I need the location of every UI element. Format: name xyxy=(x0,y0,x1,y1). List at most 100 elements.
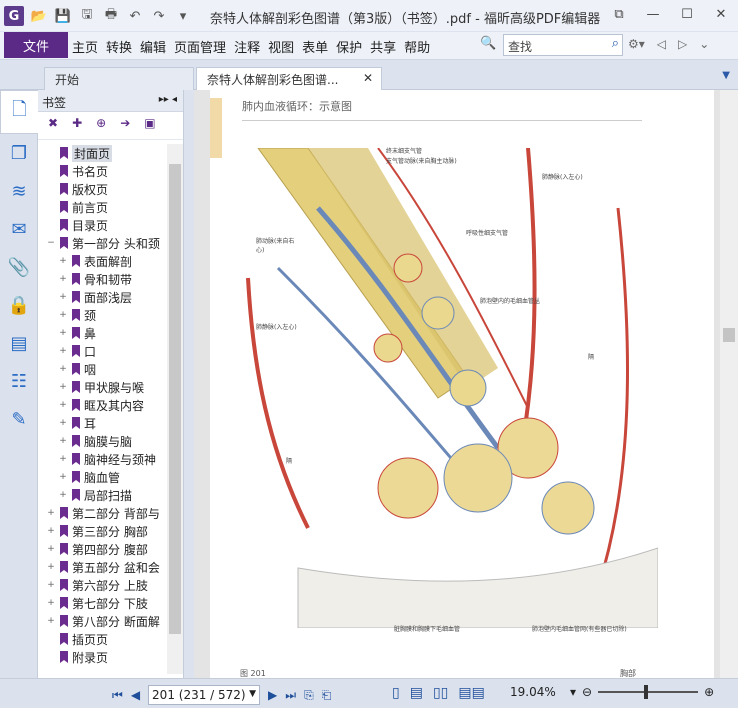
menu-convert[interactable]: 转换 xyxy=(106,37,132,56)
expand-toggle-icon[interactable]: + xyxy=(46,526,56,536)
settings-icon[interactable]: ⚙▾ xyxy=(628,37,645,51)
open-folder-icon[interactable]: 📂 xyxy=(30,7,48,25)
expand-toggle-icon[interactable]: + xyxy=(46,562,56,572)
bookmark-panel-icon[interactable]: 🗋 xyxy=(0,90,38,134)
menu-help[interactable]: 帮助 xyxy=(404,37,430,56)
bookmark-item[interactable]: + 第八部分 断面解 xyxy=(38,612,166,630)
expand-toggle-icon[interactable]: + xyxy=(58,382,68,392)
bookmark-item[interactable]: + 第六部分 上肢 xyxy=(38,576,166,594)
zoom-dropdown-icon[interactable]: ▾ xyxy=(570,685,576,699)
expand-toggle-icon[interactable]: + xyxy=(58,418,68,428)
delete-bookmark-icon[interactable]: ✖ xyxy=(48,116,58,139)
bookmark-item[interactable]: + 甲状腺与喉 xyxy=(38,378,166,396)
tab-list-dropdown-icon[interactable]: ▼ xyxy=(722,70,730,81)
zoom-slider-knob[interactable] xyxy=(644,685,649,699)
add-bookmark-icon[interactable]: ✚ xyxy=(72,116,82,139)
menu-protect[interactable]: 保护 xyxy=(336,37,362,56)
expand-toggle-icon[interactable]: + xyxy=(46,544,56,554)
zoom-out-icon[interactable]: ⊖ xyxy=(582,685,592,699)
expand-toggle-icon[interactable]: − xyxy=(46,238,56,248)
restore-layout-icon[interactable]: ⧉ xyxy=(602,0,636,28)
bookmark-item[interactable]: + 咽 xyxy=(38,360,166,378)
continuous-page-icon[interactable]: ▤ xyxy=(410,685,423,701)
bookmark-item[interactable]: + 耳 xyxy=(38,414,166,432)
back-icon[interactable]: ◁ xyxy=(657,37,666,51)
expand-toggle-icon[interactable]: + xyxy=(58,274,68,284)
bookmark-item[interactable]: 插页页 xyxy=(38,630,166,648)
zoom-level[interactable]: 19.04% xyxy=(510,685,556,699)
search-input[interactable]: 查找 ⌕ xyxy=(503,34,623,56)
menu-share[interactable]: 共享 xyxy=(370,37,396,56)
bookmark-item[interactable]: + 脑血管 xyxy=(38,468,166,486)
bookmark-item[interactable]: 封面页 xyxy=(38,144,166,162)
bookmark-item[interactable]: 版权页 xyxy=(38,180,166,198)
panel-collapse-icon[interactable]: ▸▸ ◂ xyxy=(159,94,177,105)
expand-toggle-icon[interactable]: + xyxy=(58,256,68,266)
bookmark-scrollbar[interactable] xyxy=(167,144,183,674)
document-scrollbar[interactable] xyxy=(720,90,738,678)
expand-toggle-icon[interactable]: + xyxy=(58,364,68,374)
bookmark-item[interactable]: + 颈 xyxy=(38,306,166,324)
save-as-icon[interactable]: 🖫 xyxy=(78,7,96,25)
bookmark-item[interactable]: 附录页 xyxy=(38,648,166,666)
tab-start[interactable]: 开始 xyxy=(44,67,194,90)
bookmark-goto-icon[interactable]: ➔ xyxy=(120,116,130,139)
bookmark-item[interactable]: 目录页 xyxy=(38,216,166,234)
redo-icon[interactable]: ↷ xyxy=(150,7,168,25)
document-scroll-thumb[interactable] xyxy=(723,328,735,342)
bookmark-item[interactable]: + 第四部分 腹部 xyxy=(38,540,166,558)
bookmark-item[interactable]: 前言页 xyxy=(38,198,166,216)
expand-toggle-icon[interactable]: + xyxy=(46,598,56,608)
menu-edit[interactable]: 编辑 xyxy=(140,37,166,56)
bookmark-item[interactable]: 书名页 xyxy=(38,162,166,180)
bookmark-item[interactable]: + 脑神经与颈神 xyxy=(38,450,166,468)
expand-toggle-icon[interactable]: + xyxy=(58,346,68,356)
search-icon[interactable]: ⌕ xyxy=(612,36,619,51)
save-icon[interactable]: 💾 xyxy=(54,7,72,25)
close-tab-icon[interactable]: ✕ xyxy=(363,71,373,85)
pages-panel-icon[interactable]: ❐ xyxy=(0,134,38,172)
content-panel-icon[interactable]: ▤ xyxy=(0,324,38,362)
bookmark-item[interactable]: − 第一部分 头和颈 xyxy=(38,234,166,252)
expand-toggle-icon[interactable]: + xyxy=(46,616,56,626)
comments-panel-icon[interactable]: ✉ xyxy=(0,210,38,248)
attachments-panel-icon[interactable]: 📎 xyxy=(0,248,38,286)
menu-form[interactable]: 表单 xyxy=(302,37,328,56)
expand-toggle-icon[interactable]: + xyxy=(58,454,68,464)
signature-panel-icon[interactable]: ✎ xyxy=(0,400,38,438)
expand-toggle-icon[interactable]: + xyxy=(58,328,68,338)
single-page-icon[interactable]: ▯ xyxy=(392,685,400,701)
menu-view[interactable]: 视图 xyxy=(268,37,294,56)
bookmark-item[interactable]: + 局部扫描 xyxy=(38,486,166,504)
bookmark-item[interactable]: + 面部浅层 xyxy=(38,288,166,306)
expand-toggle-icon[interactable]: + xyxy=(58,436,68,446)
customize-dropdown-icon[interactable]: ▾ xyxy=(174,7,192,25)
expand-toggle-icon[interactable]: + xyxy=(46,508,56,518)
zoom-slider[interactable] xyxy=(598,685,699,699)
bookmark-item[interactable]: + 第二部分 背部与 xyxy=(38,504,166,522)
bookmark-item[interactable]: + 眶及其内容 xyxy=(38,396,166,414)
bookmark-item[interactable]: + 口 xyxy=(38,342,166,360)
continuous-facing-icon[interactable]: ▤▤ xyxy=(458,685,484,701)
previous-page-icon[interactable]: ◀ xyxy=(131,688,140,702)
add-child-bookmark-icon[interactable]: ⊕ xyxy=(96,116,106,139)
expand-toggle-icon[interactable]: + xyxy=(58,292,68,302)
expand-toggle-icon[interactable]: + xyxy=(58,400,68,410)
form-fields-panel-icon[interactable]: ☷ xyxy=(0,362,38,400)
expand-toggle-icon[interactable]: + xyxy=(58,310,68,320)
security-panel-icon[interactable]: 🔒 xyxy=(0,286,38,324)
panel-splitter[interactable] xyxy=(184,90,194,678)
print-icon[interactable]: 🖶 xyxy=(102,7,120,25)
layers-panel-icon[interactable]: ≋ xyxy=(0,172,38,210)
maximize-button[interactable]: ☐ xyxy=(670,0,704,28)
forward-icon[interactable]: ▷ xyxy=(678,37,687,51)
find-folder-icon[interactable]: 🔍 xyxy=(480,36,496,51)
bookmark-scroll-thumb[interactable] xyxy=(169,164,181,634)
close-button[interactable]: ✕ xyxy=(704,0,738,28)
last-page-icon[interactable]: ⏭ xyxy=(285,688,296,703)
page-number-input[interactable]: 201 (231 / 572) ▼ xyxy=(148,685,261,705)
bookmark-item[interactable]: + 第五部分 盆和会 xyxy=(38,558,166,576)
first-page-icon[interactable]: ⏮ xyxy=(112,688,123,703)
expand-toggle-icon[interactable]: + xyxy=(58,472,68,482)
collapse-ribbon-icon[interactable]: ⌄ xyxy=(699,37,709,51)
